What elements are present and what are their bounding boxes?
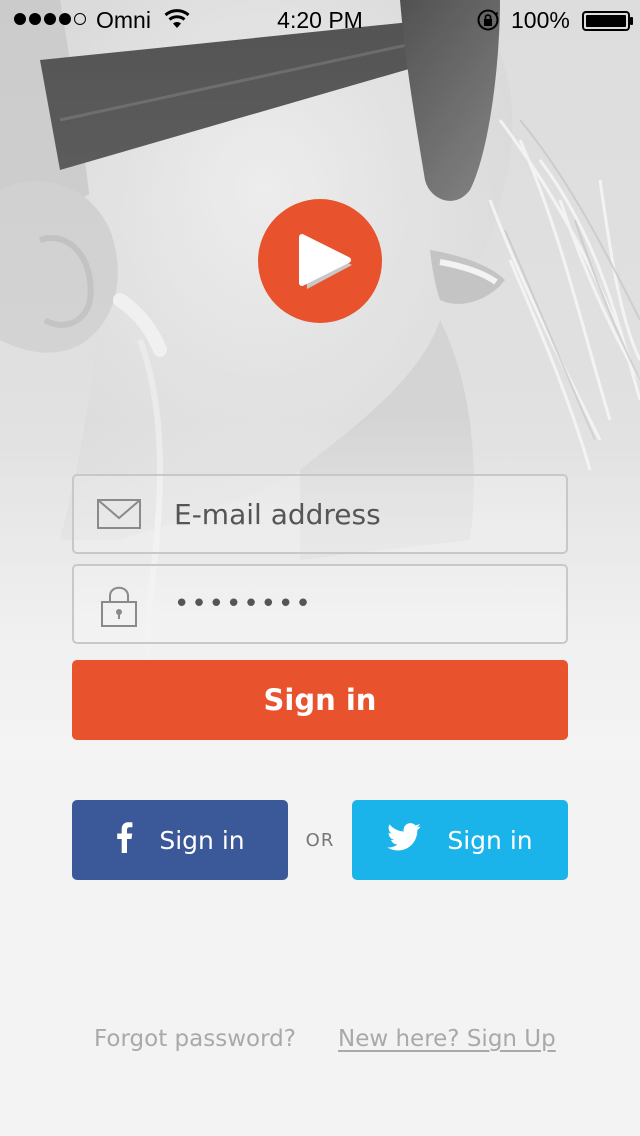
background-photo — [0, 0, 640, 760]
password-input[interactable] — [174, 566, 554, 642]
rotation-lock-icon — [476, 8, 500, 38]
battery-percentage: 100% — [511, 7, 570, 33]
forgot-password-link[interactable]: Forgot password? — [94, 1026, 296, 1052]
lock-icon — [96, 584, 142, 632]
status-bar: Omni 4:20 PM 100% — [0, 0, 640, 40]
play-icon — [299, 234, 352, 289]
sign-in-label: Sign in — [263, 683, 377, 717]
sign-up-link[interactable]: New here? Sign Up — [338, 1026, 556, 1052]
twitter-icon — [387, 823, 422, 857]
twitter-sign-in-button[interactable]: Sign in — [352, 800, 568, 880]
email-input[interactable] — [174, 476, 554, 552]
app-logo — [258, 199, 382, 323]
email-field[interactable] — [72, 474, 568, 554]
facebook-icon — [115, 821, 133, 859]
envelope-icon — [96, 494, 142, 538]
twitter-sign-in-label: Sign in — [447, 825, 533, 855]
or-divider-label: OR — [305, 830, 335, 851]
facebook-sign-in-button[interactable]: Sign in — [72, 800, 288, 880]
sign-in-button[interactable]: Sign in — [72, 660, 568, 740]
battery-icon — [582, 10, 634, 31]
facebook-sign-in-label: Sign in — [159, 825, 245, 855]
password-field[interactable] — [72, 564, 568, 644]
